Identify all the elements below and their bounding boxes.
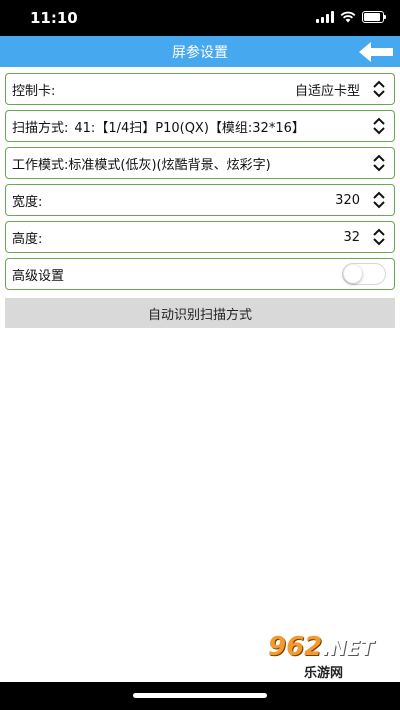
height-label: 高度: xyxy=(12,231,43,247)
width-value: 320 xyxy=(335,192,360,208)
status-time: 11:10 xyxy=(30,9,78,27)
page-title: 屏参设置 xyxy=(172,45,228,61)
controller-card-row[interactable]: 控制卡: 自适应卡型 xyxy=(5,73,395,105)
watermark-main: 962.NET xyxy=(268,632,374,662)
back-arrow-icon[interactable] xyxy=(358,41,394,63)
auto-detect-scan-button[interactable]: 自动识别扫描方式 xyxy=(5,298,395,328)
chevron-up-down-icon[interactable] xyxy=(372,117,386,135)
height-value: 32 xyxy=(343,229,360,245)
status-icons xyxy=(316,11,386,23)
scan-mode-label: 扫描方式: xyxy=(12,120,69,136)
battery-icon xyxy=(362,11,386,23)
chevron-up-down-icon[interactable] xyxy=(372,154,386,172)
advanced-settings-toggle[interactable] xyxy=(342,263,386,285)
advanced-settings-row: 高级设置 xyxy=(5,258,395,290)
scan-mode-value: 41:【1/4扫】P10(QX)【模组:32*16】 xyxy=(74,120,305,136)
width-label: 宽度: xyxy=(12,194,43,210)
chevron-up-down-icon[interactable] xyxy=(372,80,386,98)
toggle-knob xyxy=(344,265,362,283)
watermark-logo: 962.NET 乐游网 xyxy=(260,632,392,682)
chevron-up-down-icon[interactable] xyxy=(372,228,386,246)
watermark-sub: 乐游网 xyxy=(304,666,344,681)
work-mode-label: 工作模式:标准模式(低灰)(炫酷背景、炫彩字) xyxy=(12,157,271,173)
signal-icon xyxy=(316,11,334,23)
controller-card-value: 自适应卡型 xyxy=(294,83,360,99)
chevron-up-down-icon[interactable] xyxy=(372,191,386,209)
status-bar: 11:10 xyxy=(0,0,400,36)
controller-card-label: 控制卡: xyxy=(12,83,56,99)
scan-mode-row[interactable]: 扫描方式: 41:【1/4扫】P10(QX)【模组:32*16】 xyxy=(5,110,395,142)
work-mode-row[interactable]: 工作模式:标准模式(低灰)(炫酷背景、炫彩字) xyxy=(5,147,395,179)
wifi-icon xyxy=(340,11,356,23)
home-indicator[interactable] xyxy=(133,693,267,698)
width-row[interactable]: 宽度: 320 xyxy=(5,184,395,216)
advanced-settings-label: 高级设置 xyxy=(12,268,65,284)
home-indicator-area xyxy=(0,682,400,710)
nav-bar: 屏参设置 xyxy=(0,36,400,67)
settings-list: 控制卡: 自适应卡型 扫描方式: 41:【1/4扫】P10(QX)【模组:32*… xyxy=(5,73,395,295)
height-row[interactable]: 高度: 32 xyxy=(5,221,395,253)
